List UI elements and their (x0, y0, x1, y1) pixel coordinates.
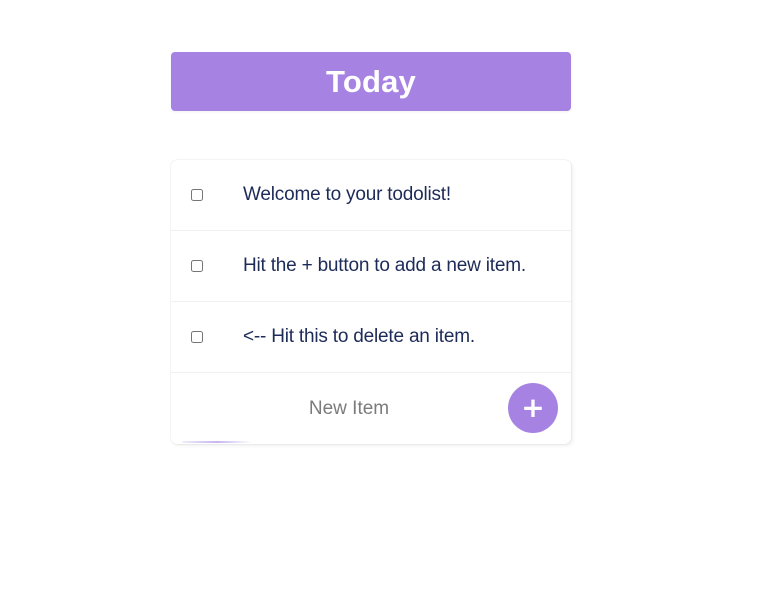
item-checkbox[interactable] (191, 189, 203, 201)
item-text: Hit the + button to add a new item. (243, 255, 526, 276)
list-header: Today (171, 52, 571, 111)
new-item-form: + (171, 373, 571, 443)
todo-list-box: Welcome to your todolist! Hit the + butt… (171, 160, 571, 444)
new-item-input[interactable] (191, 387, 507, 431)
item-checkbox[interactable] (191, 331, 203, 343)
input-focus-underline (182, 441, 252, 443)
item-text: Welcome to your todolist! (243, 184, 451, 205)
list-item: <-- Hit this to delete an item. (171, 302, 571, 373)
list-title: Today (326, 63, 416, 99)
add-item-button[interactable]: + (508, 383, 558, 433)
item-text: <-- Hit this to delete an item. (243, 326, 475, 347)
list-item: Welcome to your todolist! (171, 160, 571, 231)
item-checkbox[interactable] (191, 260, 203, 272)
list-item: Hit the + button to add a new item. (171, 231, 571, 302)
